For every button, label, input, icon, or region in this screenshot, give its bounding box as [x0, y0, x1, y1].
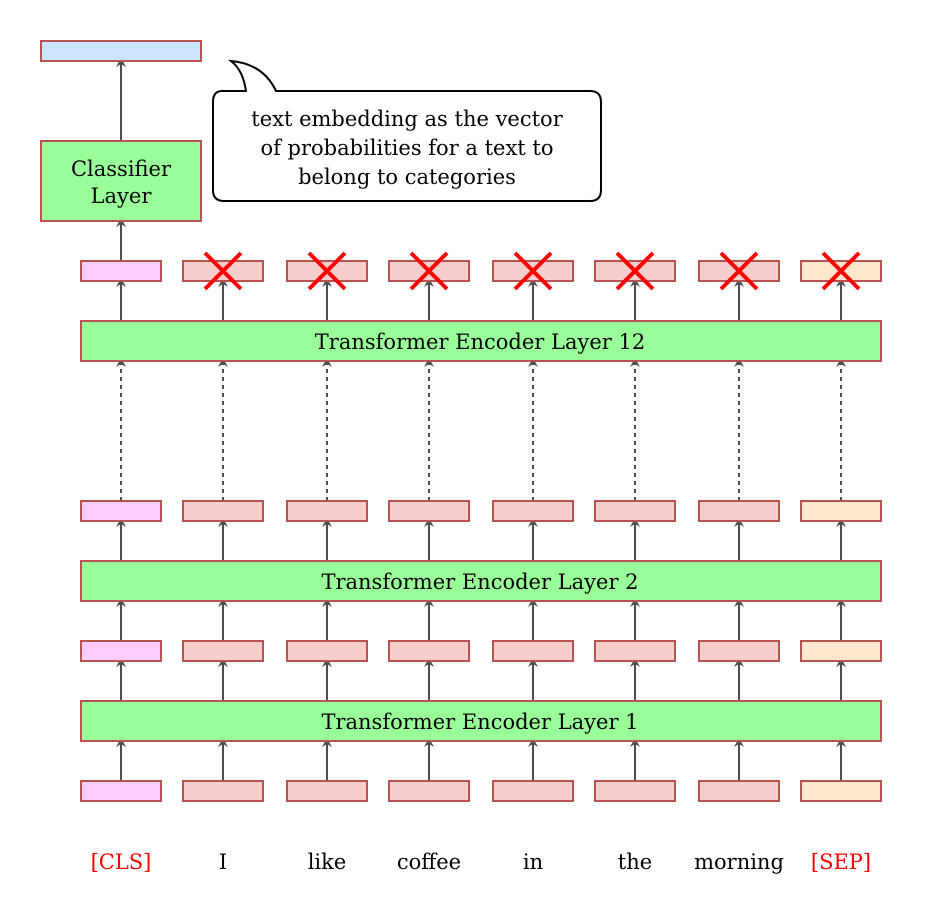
token-vector-row4-4 — [492, 780, 574, 802]
token-vector-row4-3 — [388, 780, 470, 802]
token-vector-row4-2 — [286, 780, 368, 802]
token-vector-row4-7 — [800, 780, 882, 802]
token-vector-row2-7 — [800, 500, 882, 522]
token-label-7: [SEP] — [811, 850, 871, 874]
encoder-layer-12-label: Transformer Encoder Layer 12 — [315, 330, 645, 354]
token-label-0: [CLS] — [91, 850, 152, 874]
token-vector-row4-6 — [698, 780, 780, 802]
token-labels-layer: [CLS] Ilike coffee in the morning [SEP] — [91, 850, 872, 874]
encoder-layer-2-label: Transformer Encoder Layer 2 — [321, 570, 638, 594]
classifier-label-line1: Classifier — [71, 157, 172, 181]
token-vector-row4-1 — [182, 780, 264, 802]
token-vector-row2-0 — [80, 500, 162, 522]
token-vector-row2-2 — [286, 500, 368, 522]
token-label-5: the — [618, 850, 652, 874]
encoder-layer-1-label: Transformer Encoder Layer 1 — [321, 710, 638, 734]
token-vector-row4-0 — [80, 780, 162, 802]
callout-line2: of probabilities for a text to — [260, 136, 553, 160]
token-vector-row1-0 — [80, 260, 162, 282]
callout-line1: text embedding as the vector — [251, 107, 563, 131]
token-vector-row3-6 — [698, 640, 780, 662]
token-vector-row2-3 — [388, 500, 470, 522]
token-vector-row2-5 — [594, 500, 676, 522]
token-vector-row3-1 — [182, 640, 264, 662]
callout-line3: belong to categories — [298, 165, 516, 189]
token-vector-row3-4 — [492, 640, 574, 662]
token-label-3: coffee — [397, 850, 461, 874]
token-vector-row2-6 — [698, 500, 780, 522]
output-vector-box — [40, 40, 202, 62]
classifier-label-line2: Layer — [91, 184, 153, 208]
token-label-4: in — [523, 850, 543, 874]
token-label-1: I — [219, 850, 227, 874]
token-vector-row2-4 — [492, 500, 574, 522]
token-label-2: like — [308, 850, 347, 874]
classifier-layer-box — [40, 140, 202, 222]
token-vector-row3-0 — [80, 640, 162, 662]
bert-classification-diagram: Classifier Layer text embedding as the v… — [40, 40, 882, 874]
token-vector-row3-7 — [800, 640, 882, 662]
token-vector-row2-1 — [182, 500, 264, 522]
token-vector-row3-3 — [388, 640, 470, 662]
token-vector-row4-5 — [594, 780, 676, 802]
token-vector-row3-2 — [286, 640, 368, 662]
token-vector-row3-5 — [594, 640, 676, 662]
token-label-6: morning — [694, 850, 784, 874]
